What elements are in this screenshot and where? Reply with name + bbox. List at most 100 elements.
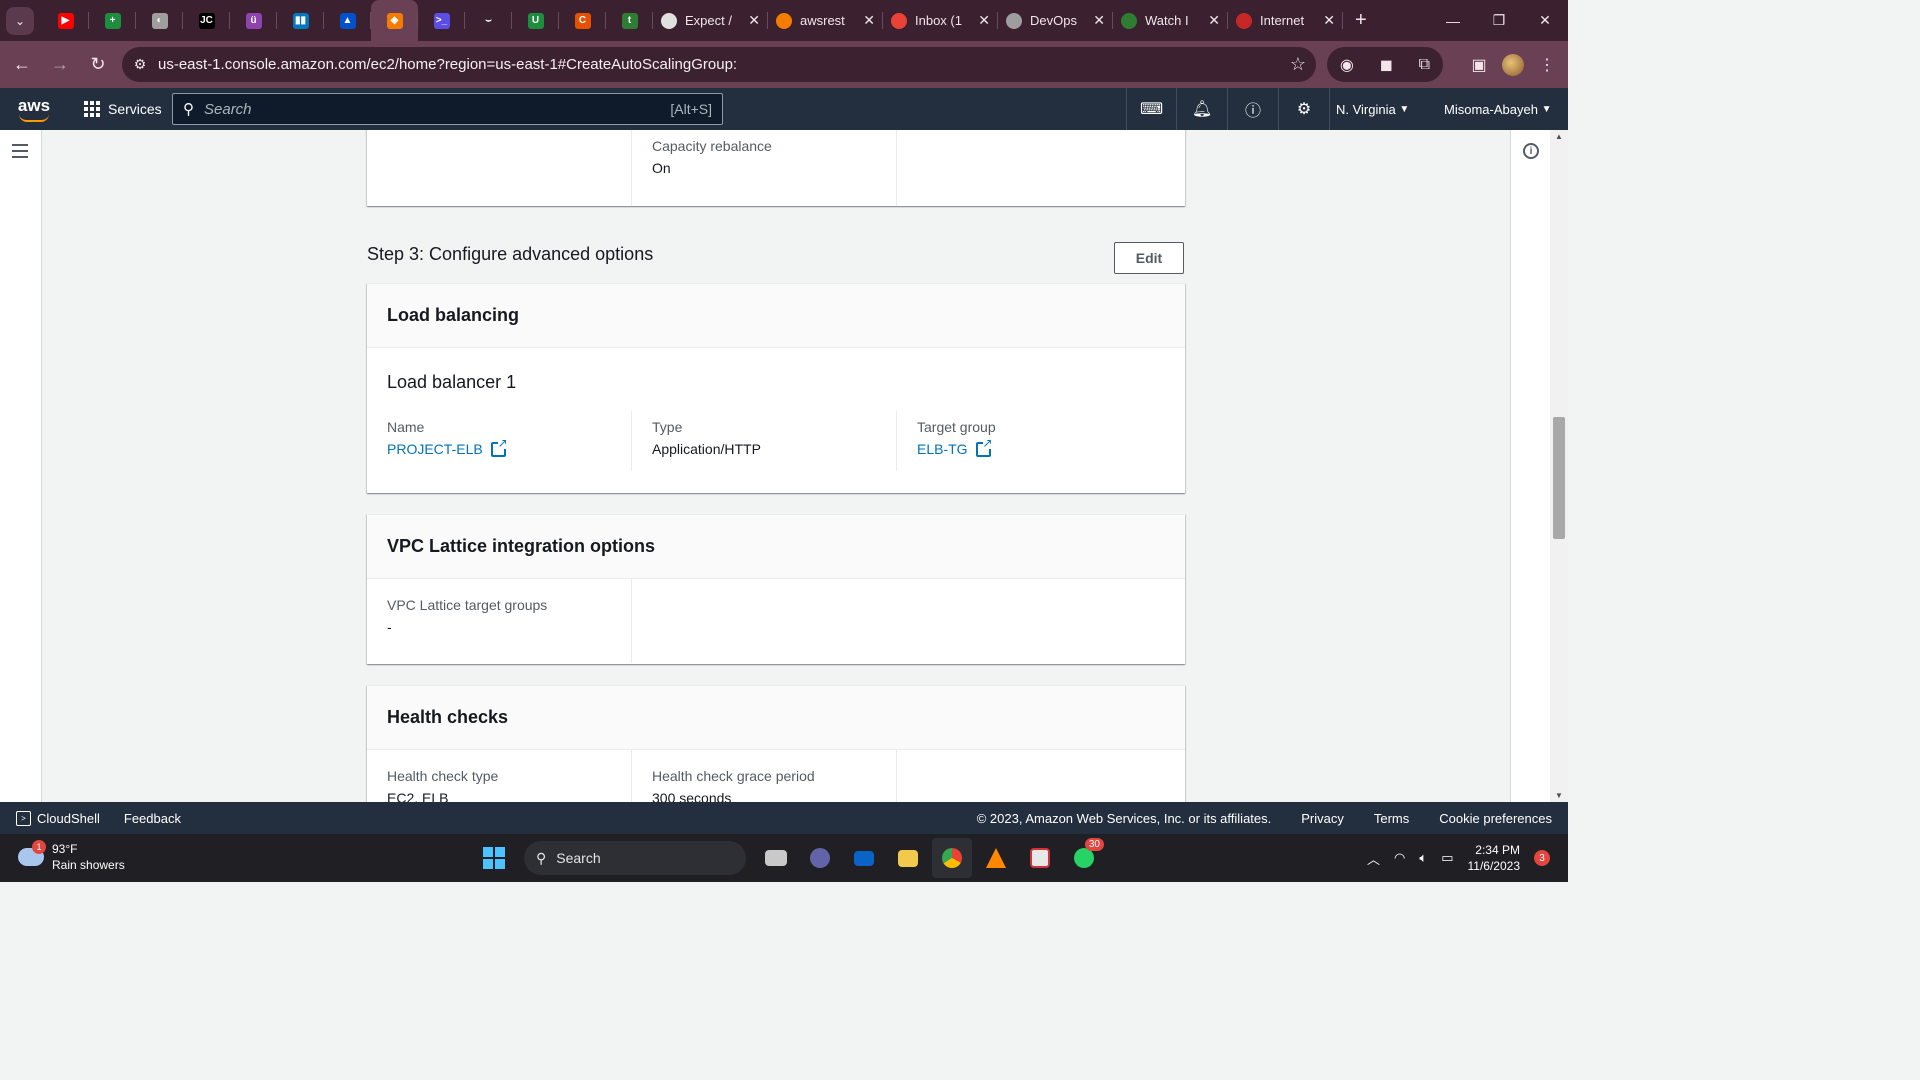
cloudshell-button[interactable]: > CloudShell xyxy=(16,810,100,826)
lb-name-value[interactable]: PROJECT-ELB xyxy=(387,441,483,457)
capacity-rebalance-label: Capacity rebalance xyxy=(652,138,772,154)
battery-icon[interactable]: ▭ xyxy=(1441,850,1453,866)
close-tab-icon[interactable]: ✕ xyxy=(978,12,990,29)
edit-step-3-button[interactable]: Edit xyxy=(1114,242,1184,274)
health-checks-card: Health checks Health check type EC2, ELB… xyxy=(367,685,1185,802)
site-settings-icon[interactable]: ⚙ xyxy=(122,56,158,73)
pinned-tab[interactable]: U xyxy=(512,0,559,41)
page-scrollbar[interactable]: ▲ ▼ xyxy=(1550,130,1568,802)
tab-title: Inbox (1 xyxy=(915,13,962,28)
file-explorer-icon[interactable] xyxy=(888,838,928,878)
settings-gear-icon[interactable]: ⚙ xyxy=(1279,88,1330,130)
services-menu-button[interactable]: Services xyxy=(84,101,162,117)
privacy-link[interactable]: Privacy xyxy=(1301,811,1344,826)
browser-tab[interactable]: Watch I ✕ xyxy=(1113,0,1228,41)
profile-avatar[interactable] xyxy=(1502,53,1524,76)
side-panel-icon[interactable]: ▣ xyxy=(1466,55,1492,75)
close-tab-icon[interactable]: ✕ xyxy=(1323,12,1335,29)
browser-tab[interactable]: awsrest ✕ xyxy=(768,0,883,41)
feedback-link[interactable]: Feedback xyxy=(124,811,181,826)
help-icon[interactable]: ⓘ xyxy=(1228,88,1279,130)
close-tab-icon[interactable]: ✕ xyxy=(1093,12,1105,29)
bookmark-star-icon[interactable]: ☆ xyxy=(1280,54,1316,75)
minimize-icon[interactable]: — xyxy=(1430,0,1476,41)
scroll-down-icon[interactable]: ▼ xyxy=(1555,791,1563,800)
puzzle-extensions-icon[interactable]: ⧉ xyxy=(1419,56,1430,74)
close-tab-icon[interactable]: ✕ xyxy=(748,12,760,29)
back-arrow-icon[interactable]: ← xyxy=(4,47,40,83)
browser-tab[interactable]: Inbox (1 ✕ xyxy=(883,0,998,41)
close-tab-icon[interactable]: ✕ xyxy=(863,12,875,29)
grammarly-extension-icon[interactable]: ◉ xyxy=(1340,55,1354,75)
scrollbar-thumb[interactable] xyxy=(1553,417,1565,539)
notification-badge[interactable]: 3 xyxy=(1534,850,1550,866)
help-panel-rail: i xyxy=(1510,130,1550,802)
services-label: Services xyxy=(108,101,162,117)
lb-type-value: Application/HTTP xyxy=(652,441,761,457)
region-selector[interactable]: N. Virginia ▼ xyxy=(1336,88,1409,130)
tab-title: DevOps xyxy=(1030,13,1077,28)
aws-logo[interactable]: aws xyxy=(0,96,68,122)
terms-link[interactable]: Terms xyxy=(1374,811,1409,826)
browser-tab[interactable]: Expect / ✕ xyxy=(653,0,768,41)
mail-icon[interactable] xyxy=(844,838,884,878)
hamburger-menu-icon[interactable] xyxy=(12,144,28,162)
external-link-icon[interactable] xyxy=(975,436,993,457)
pinned-tab[interactable]: ▲ xyxy=(324,0,371,41)
wifi-icon[interactable]: ◠ xyxy=(1394,850,1405,866)
pinned-tab[interactable]: ▮▮ xyxy=(277,0,324,41)
new-tab-plus-icon[interactable]: + xyxy=(1355,9,1367,32)
pinned-tab[interactable]: ◈ xyxy=(371,0,418,41)
bell-icon[interactable]: 🔔︎ xyxy=(1177,88,1228,130)
scroll-up-icon[interactable]: ▲ xyxy=(1555,132,1563,141)
close-window-icon[interactable]: ✕ xyxy=(1522,0,1568,41)
volume-icon[interactable]: 🔈︎ xyxy=(1419,850,1427,866)
pinned-tab[interactable]: t xyxy=(606,0,653,41)
chrome-icon[interactable] xyxy=(932,838,972,878)
whatsapp-icon[interactable]: 30 xyxy=(1064,838,1104,878)
pinned-tab[interactable]: + xyxy=(89,0,136,41)
pinned-tab[interactable]: JC xyxy=(183,0,230,41)
weather-widget[interactable]: 1 93°F Rain showers xyxy=(18,840,125,873)
cookie-preferences-link[interactable]: Cookie preferences xyxy=(1439,811,1552,826)
pinned-tab[interactable]: C xyxy=(559,0,606,41)
gmail-icon xyxy=(891,12,907,29)
external-link-icon[interactable] xyxy=(490,436,508,457)
account-menu[interactable]: Misoma-Abayeh ▼ xyxy=(1444,88,1551,130)
tab-search-chevron-icon[interactable]: ⌄ xyxy=(6,6,34,35)
clock[interactable]: 2:34 PM 11/6/2023 xyxy=(1468,842,1521,874)
task-view-icon[interactable] xyxy=(756,838,796,878)
address-bar[interactable]: ⚙ us-east-1.console.amazon.com/ec2/home?… xyxy=(122,47,1316,82)
pinned-tab[interactable]: ▶ xyxy=(42,0,89,41)
lb-name-link[interactable]: PROJECT-ELB xyxy=(387,436,508,457)
extension-icon[interactable]: ◼ xyxy=(1380,55,1393,75)
pinned-tab[interactable]: ◐ xyxy=(136,0,183,41)
reload-icon[interactable]: ↻ xyxy=(80,47,116,83)
teams-chat-icon[interactable] xyxy=(800,838,840,878)
vlc-icon[interactable] xyxy=(976,838,1016,878)
snipping-tool-icon[interactable] xyxy=(1020,838,1060,878)
url-text[interactable]: us-east-1.console.amazon.com/ec2/home?re… xyxy=(158,56,1280,73)
browser-menu-icon[interactable]: ⋮ xyxy=(1534,55,1560,75)
chevron-up-icon[interactable]: ︿ xyxy=(1367,849,1380,868)
close-tab-icon[interactable]: ✕ xyxy=(1208,12,1220,29)
browser-tab[interactable]: DevOps ✕ xyxy=(998,0,1113,41)
target-group-link[interactable]: ELB-TG xyxy=(917,436,993,457)
pinned-tab[interactable]: ⌣ xyxy=(465,0,512,41)
cloudshell-icon[interactable]: ⌨ xyxy=(1126,88,1177,130)
grace-period-label: Health check grace period xyxy=(652,768,815,784)
target-group-value[interactable]: ELB-TG xyxy=(917,441,968,457)
pinned-tab[interactable]: ü xyxy=(230,0,277,41)
restore-icon[interactable]: ❐ xyxy=(1476,0,1522,41)
info-icon[interactable]: i xyxy=(1523,143,1539,159)
forward-arrow-icon[interactable]: → xyxy=(42,47,78,83)
aws-orange-icon xyxy=(776,12,792,29)
browser-right-controls: ▣ ⋮ xyxy=(1466,47,1560,82)
aws-search-input[interactable]: ⚲ Search [Alt+S] xyxy=(172,93,723,125)
system-tray: ︿ ◠ 🔈︎ ▭ 2:34 PM 11/6/2023 3 xyxy=(1367,834,1550,882)
windows-start-icon[interactable] xyxy=(474,838,514,878)
globe-icon xyxy=(1006,12,1022,29)
browser-tab[interactable]: Internet ✕ xyxy=(1228,0,1343,41)
taskbar-search[interactable]: ⚲ Search xyxy=(524,841,746,875)
pinned-tab[interactable]: >_ xyxy=(418,0,465,41)
